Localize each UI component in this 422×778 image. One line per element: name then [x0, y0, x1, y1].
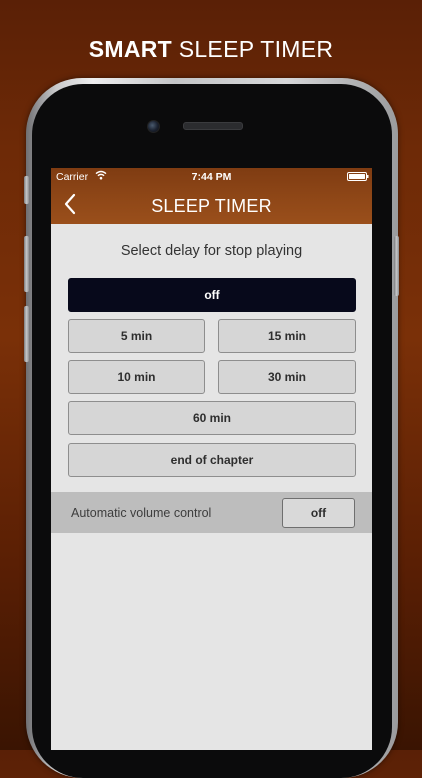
instruction-label: Select delay for stop playing [120, 243, 303, 259]
front-camera [147, 120, 160, 133]
status-time: 7:44 PM [191, 171, 232, 183]
headline-rest: SLEEP TIMER [178, 36, 334, 62]
marketing-headline: SMART SLEEP TIMER [0, 36, 422, 63]
volume-up-button [24, 236, 29, 292]
mute-switch [24, 176, 29, 204]
app-screen: Carrier 7:44 PM SLEEP TIMER Select delay… [51, 168, 372, 750]
timer-off-button[interactable]: off [68, 278, 356, 312]
timer-end-of-chapter-button[interactable]: end of chapter [68, 443, 356, 477]
timer-15-min-button[interactable]: 15 min [218, 319, 356, 353]
battery-icon [347, 172, 369, 181]
timer-10-min-button[interactable]: 10 min [68, 360, 205, 394]
timer-5-min-button[interactable]: 5 min [68, 319, 205, 353]
auto-volume-row: Automatic volume control off [51, 492, 372, 533]
headline-bold: SMART [88, 36, 172, 62]
auto-volume-toggle-button[interactable]: off [282, 498, 355, 528]
timer-30-min-button[interactable]: 30 min [218, 360, 356, 394]
page-title: SLEEP TIMER [151, 196, 272, 216]
volume-down-button [24, 306, 29, 362]
navigation-bar: Carrier 7:44 PM SLEEP TIMER [51, 168, 372, 224]
timer-60-min-button[interactable]: 60 min [68, 401, 356, 435]
earpiece-speaker [183, 122, 243, 130]
auto-volume-label: Automatic volume control [71, 506, 212, 520]
power-button [394, 236, 399, 296]
status-bar: Carrier 7:44 PM [51, 168, 372, 186]
